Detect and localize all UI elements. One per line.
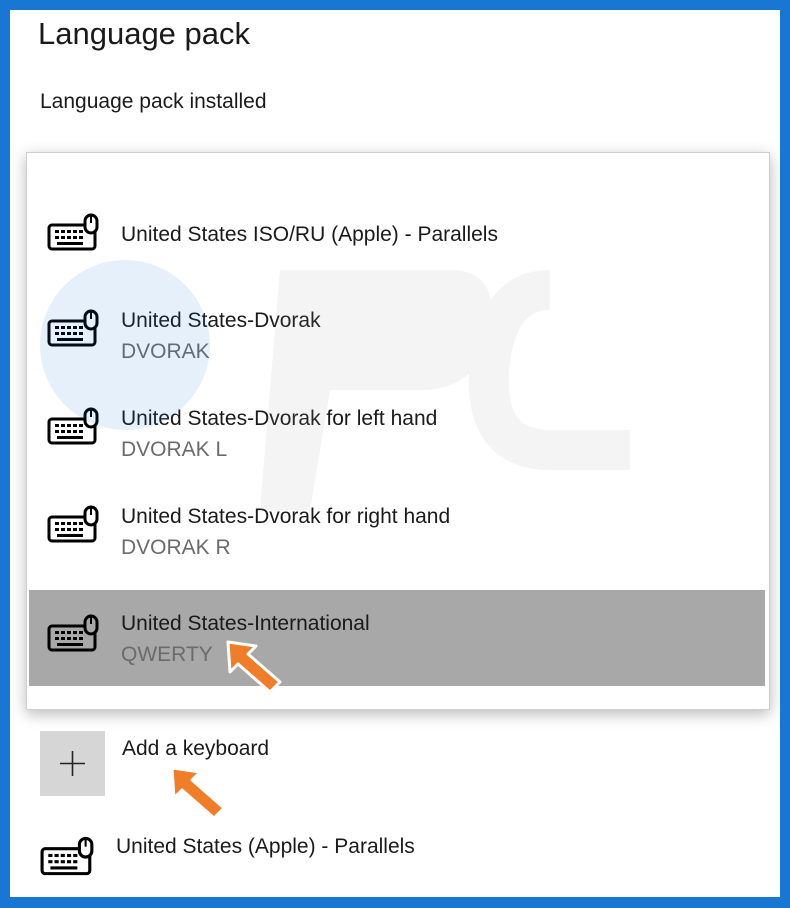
keyboard-icon [47,614,99,652]
keyboard-icon [40,836,94,876]
keyboard-icon [47,407,99,445]
keyboard-option-us-dvorak-left[interactable]: United States-Dvorak for left hand DVORA… [29,381,765,477]
keyboard-option-name: United States-Dvorak [121,309,321,332]
keyboard-icon [47,505,99,543]
installed-keyboard-name[interactable]: United States (Apple) - Parallels [116,835,415,859]
keyboard-icon [47,309,99,347]
keyboard-icon [47,213,99,251]
add-keyboard-label[interactable]: Add a keyboard [122,737,269,761]
language-pack-panel: Language pack Language pack installed Un… [10,10,780,897]
keyboard-option-name: United States-Dvorak for left hand [121,407,438,430]
plus-icon [60,751,85,776]
annotation-arrow-icon [226,640,282,694]
keyboard-option-us-international[interactable]: United States-International QWERTY [29,590,765,686]
page-title: Language pack [38,16,251,51]
language-pack-status: Language pack installed [40,90,267,113]
keyboard-option-layout: QWERTY [121,643,213,666]
keyboard-option-name: United States-International [121,612,370,635]
keyboard-option-us-iso-ru-apple[interactable]: United States ISO/RU (Apple) - Parallels [29,175,765,271]
keyboard-option-layout: DVORAK R [121,536,231,559]
keyboard-option-us-dvorak-right[interactable]: United States-Dvorak for right hand DVOR… [29,479,765,575]
keyboard-dropdown-list[interactable]: United States ISO/RU (Apple) - Parallels… [26,152,770,710]
keyboard-option-name: United States-Dvorak for right hand [121,505,451,528]
add-keyboard-button[interactable] [40,731,105,796]
keyboard-option-us-dvorak[interactable]: United States-Dvorak DVORAK [29,283,765,379]
keyboard-option-us[interactable]: US [29,689,765,709]
annotation-arrow-icon [170,766,226,820]
keyboard-option-layout: DVORAK [121,340,210,363]
keyboard-option-layout: DVORAK L [121,438,228,461]
keyboard-option-name: United States ISO/RU (Apple) - Parallels [121,223,498,246]
